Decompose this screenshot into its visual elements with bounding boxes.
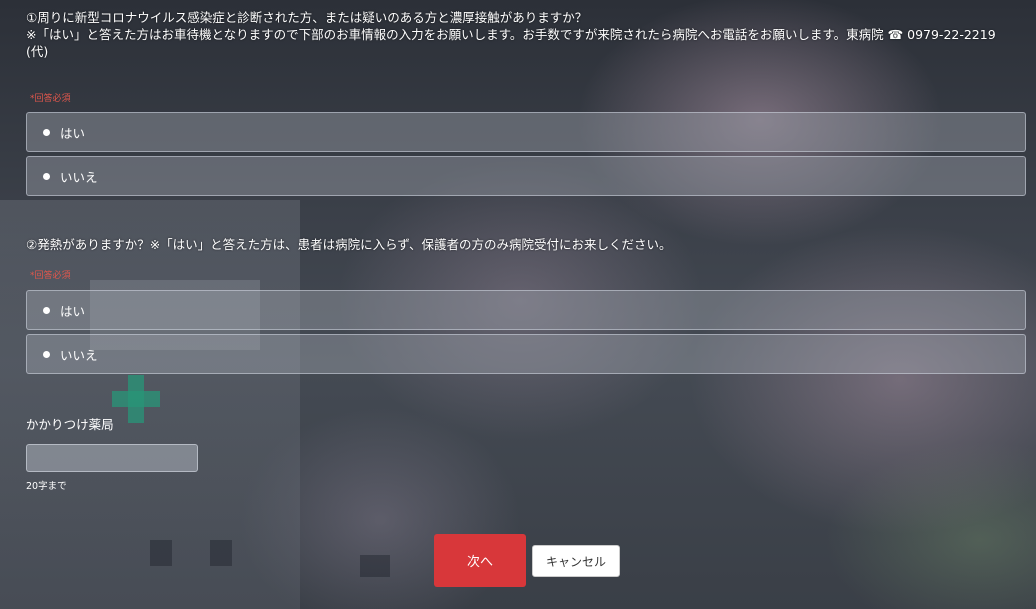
question-1-line-3: (代): [26, 44, 49, 59]
radio-dot-icon: [43, 172, 50, 180]
option-label: いいえ: [60, 169, 98, 185]
question-2-required: *回答必須: [30, 271, 71, 281]
next-button[interactable]: 次へ: [434, 534, 526, 587]
question-1-text: ①周りに新型コロナウイルス感染症と診断された方、または疑いのある方と濃厚接触があ…: [26, 9, 996, 60]
option-label: はい: [60, 125, 86, 141]
cancel-button[interactable]: キャンセル: [532, 545, 620, 577]
question-1-line-1: ①周りに新型コロナウイルス感染症と診断された方、または疑いのある方と濃厚接触があ…: [26, 10, 588, 25]
question-1-required: *回答必須: [30, 94, 71, 104]
questionnaire-form: ①周りに新型コロナウイルス感染症と診断された方、または疑いのある方と濃厚接触があ…: [0, 0, 1036, 609]
option-label: いいえ: [60, 347, 98, 363]
option-label: はい: [60, 303, 86, 319]
radio-dot-icon: [43, 350, 50, 358]
question-2-text: ②発熱がありますか？※「はい」と答えた方は、患者は病院に入らず、保護者の方のみ病…: [26, 237, 672, 252]
question-1-option-yes[interactable]: はい: [26, 112, 1026, 152]
radio-dot-icon: [43, 306, 50, 314]
radio-dot-icon: [43, 128, 50, 136]
question-1-option-no[interactable]: いいえ: [26, 156, 1026, 196]
pharmacy-input[interactable]: [26, 444, 198, 472]
pharmacy-hint: 20字まで: [26, 481, 67, 492]
pharmacy-label: かかりつけ薬局: [26, 417, 114, 432]
question-1-line-2: ※「はい」と答えた方はお車待機となりますので下部のお車情報の入力をお願いします。…: [26, 27, 996, 42]
question-2-option-yes[interactable]: はい: [26, 290, 1026, 330]
question-2-option-no[interactable]: いいえ: [26, 334, 1026, 374]
